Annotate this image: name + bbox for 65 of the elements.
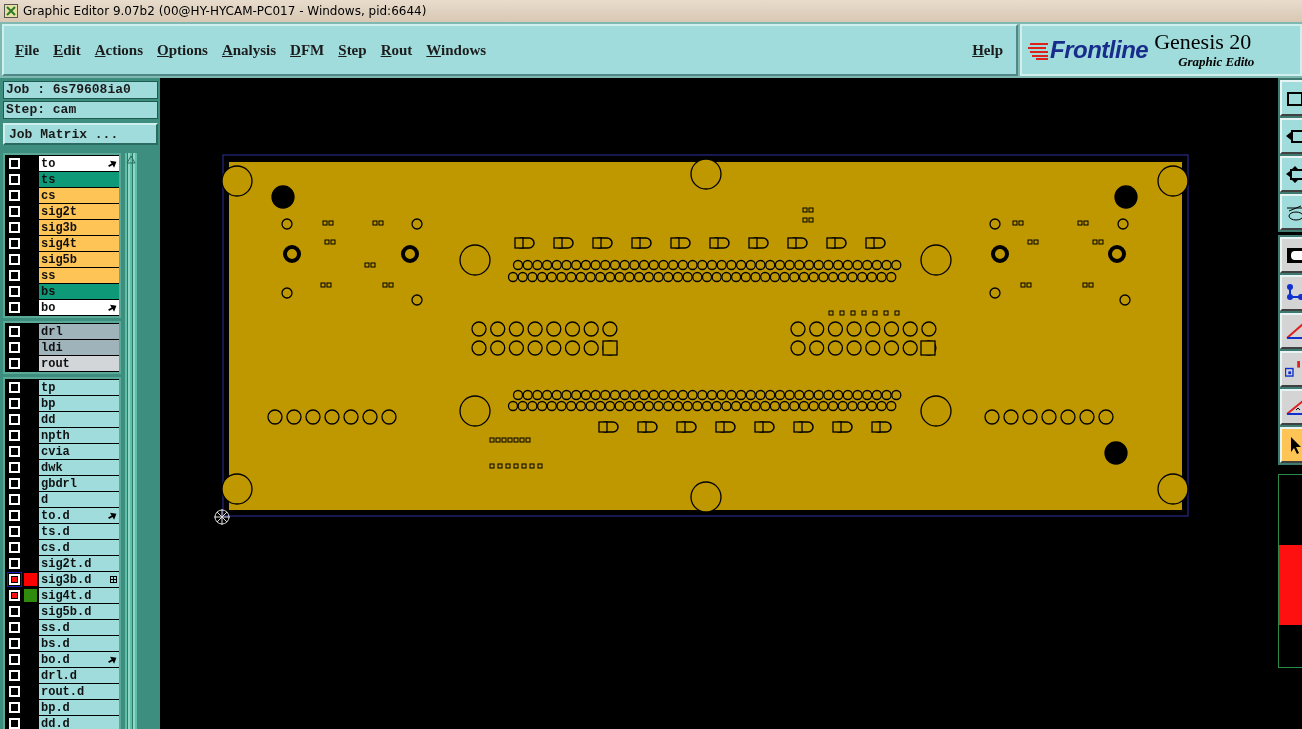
pad-icon [1285, 245, 1302, 265]
layer-name[interactable]: sig4t [39, 236, 119, 251]
menu-item[interactable]: Edit [48, 41, 86, 59]
layer-name[interactable]: drl [39, 324, 119, 339]
angle-line-icon [1285, 321, 1302, 341]
layer-name[interactable]: dd.d [39, 716, 119, 729]
expand-window-icon [1285, 165, 1302, 183]
help-menu[interactable]: Help [967, 41, 1008, 59]
layer-name[interactable]: gbdrl [39, 476, 119, 491]
step-label: Step: cam [3, 101, 158, 119]
layer-name[interactable]: sig2t.d [39, 556, 119, 571]
layer-name[interactable]: ss [39, 268, 119, 283]
layer-name[interactable]: ts [39, 172, 119, 187]
pen-palette-icon [1285, 203, 1302, 221]
menu-item[interactable]: File [10, 41, 45, 59]
brand-logo: Frontline [1050, 36, 1149, 64]
layer-name[interactable]: sig3b [39, 220, 119, 235]
layer-name[interactable]: bp [39, 396, 119, 411]
layer-name[interactable]: npth [39, 428, 119, 443]
job-matrix-button[interactable]: Job Matrix ... [3, 123, 158, 145]
menu-item[interactable]: Step [333, 41, 372, 59]
layer-name[interactable]: bs [39, 284, 119, 299]
layer-name[interactable]: drl.d [39, 668, 119, 683]
layer-name[interactable]: cs.d [39, 540, 119, 555]
menu-item[interactable]: Windows [421, 41, 492, 59]
layer-name[interactable]: dd [39, 412, 119, 427]
layer-name[interactable]: sig2t [39, 204, 119, 219]
layer-name[interactable]: bp.d [39, 700, 119, 715]
layer-name[interactable]: sig4t.d [39, 588, 119, 603]
layer-name[interactable]: rout.d [39, 684, 119, 699]
speed-lines-icon [1028, 42, 1050, 60]
window-icon [1285, 89, 1302, 107]
menu-item[interactable]: Rout [375, 41, 418, 59]
product-subtitle: Graphic Edito [1177, 54, 1255, 70]
menu-item[interactable]: DFM [285, 41, 330, 59]
layer-name[interactable]: ldi [39, 340, 119, 355]
layer-name[interactable]: rout [39, 356, 119, 371]
app-icon [4, 4, 18, 18]
layer-name[interactable]: dwk [39, 460, 119, 475]
layer-name[interactable]: bs.d [39, 636, 119, 651]
arrow-window-icon [1285, 127, 1302, 145]
nodes-icon [1285, 283, 1302, 303]
move-point-icon [1285, 361, 1300, 377]
layer-name[interactable]: bo.d [39, 652, 119, 667]
layer-name[interactable]: sig5b.d [39, 604, 119, 619]
product-name: Genesis 20 [1154, 30, 1253, 54]
scroll-up-icon[interactable] [126, 155, 136, 164]
layer-name[interactable]: tp [39, 380, 119, 395]
layer-name[interactable]: sig5b [39, 252, 119, 267]
job-label: Job : 6s79608ia0 [3, 81, 158, 99]
layer-name[interactable]: to.d [39, 508, 119, 523]
layer-name[interactable]: to [39, 156, 119, 171]
layer-name[interactable]: sig3b.d [39, 572, 119, 587]
layer-name[interactable]: ts.d [39, 524, 119, 539]
layer-name[interactable]: d [39, 492, 119, 507]
vertical-scrollbar[interactable] [125, 153, 137, 729]
origin-crosshair-icon [213, 508, 231, 526]
menu-item[interactable]: Actions [89, 41, 149, 59]
menu-item[interactable]: Options [152, 41, 213, 59]
window-title: Graphic Editor 9.07b2 (00@HY-HYCAM-PC017 - Windows, pid:6644) [23, 4, 427, 18]
layer-name[interactable]: bo [39, 300, 119, 315]
layer-name[interactable]: ss.d [39, 620, 119, 635]
layer-name[interactable]: cs [39, 188, 119, 203]
menu-item[interactable]: Analysis [216, 41, 282, 59]
layer-name[interactable]: cvia [39, 444, 119, 459]
